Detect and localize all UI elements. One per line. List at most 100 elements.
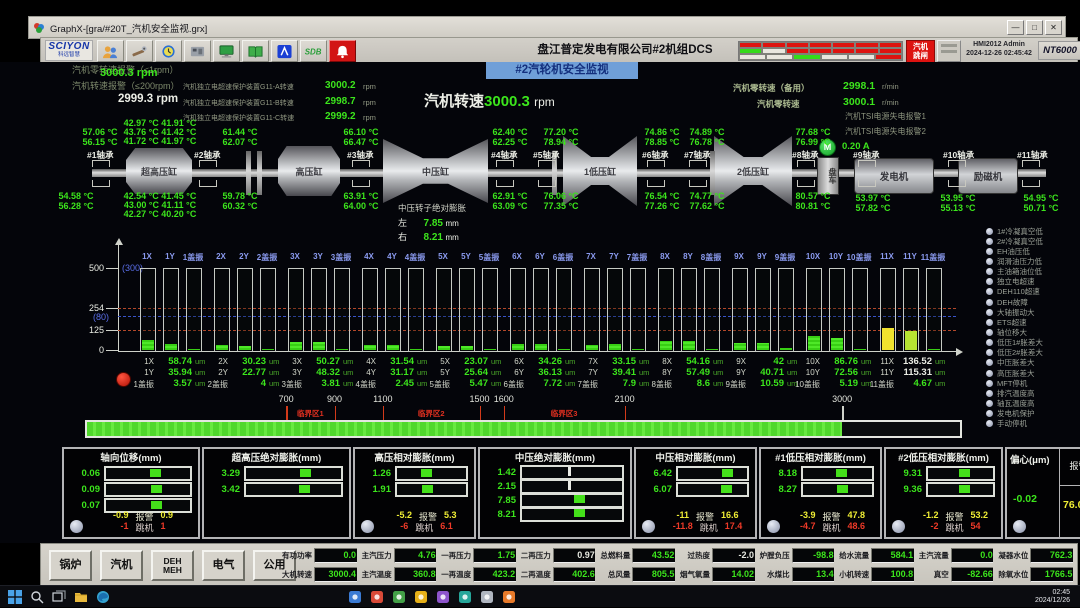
bar-outline <box>903 268 919 352</box>
zero-speed-unit: r/min <box>882 98 899 107</box>
bar-category-label: 2Y <box>239 252 249 261</box>
field-value: -2.0 <box>712 548 755 563</box>
app-icon-8[interactable] <box>498 588 520 606</box>
taskbar-clock[interactable]: 02:45 2024/12/26 <box>1035 589 1070 605</box>
machine-icon[interactable] <box>184 40 211 62</box>
app-icon-2[interactable] <box>366 588 388 606</box>
bar-category-label: 9盖振 <box>775 252 795 263</box>
app-icon-3[interactable] <box>388 588 410 606</box>
speed-tick-label: 1100 <box>373 394 392 404</box>
field-value: 805.5 <box>632 567 675 582</box>
value-row-value: 2.45 <box>378 378 414 389</box>
eccentricity-alarm-cell: 报警 <box>1059 449 1080 486</box>
nav-button-2[interactable]: 汽机 <box>100 550 143 581</box>
monitor-icon[interactable] <box>213 40 240 62</box>
process-field: 主汽流量0.0t/h <box>916 547 994 564</box>
nav-button-1[interactable]: 锅炉 <box>49 550 92 581</box>
value-row-value: 10.59 <box>748 378 784 389</box>
value-row-label: 8Y <box>646 368 672 377</box>
gauge-row: 8.18 <box>767 467 874 480</box>
gauge-panel: #2低压相对膨胀(mm)9.319.36-1.2报警53.2-2跳机54 <box>884 447 1003 539</box>
trip-limits-row: -4.7跳机48.6 <box>789 521 876 534</box>
field-value: 762.3 <box>1030 548 1073 563</box>
tools-icon[interactable] <box>126 40 153 62</box>
field-value: 0.0 <box>951 548 994 563</box>
gauge-value: 9.31 <box>892 468 922 479</box>
gauge-row: 6.42 <box>642 467 749 480</box>
minimize-button[interactable]: — <box>1007 20 1024 35</box>
bar-fill <box>558 349 570 350</box>
start-icon[interactable] <box>4 588 26 606</box>
shaft-coupling <box>710 151 715 195</box>
book-icon[interactable] <box>242 40 269 62</box>
gauge-marker <box>300 469 311 477</box>
field-value: 0.97 <box>553 548 596 563</box>
bar-fill <box>484 349 496 350</box>
maximize-button[interactable]: □ <box>1026 20 1043 35</box>
alarm-grid-row <box>739 54 902 60</box>
speed-bar-label: 3000.3 rpm <box>100 67 157 79</box>
value-row-value: 39.41 <box>600 367 636 378</box>
gauge-value: 3.29 <box>210 468 240 479</box>
value-row-value: 35.94 <box>156 367 192 378</box>
bearing-bracket-bottom <box>647 180 665 187</box>
app-icon-6[interactable] <box>454 588 476 606</box>
search-icon[interactable] <box>26 588 48 606</box>
clock-icon[interactable] <box>155 40 182 62</box>
turbine-trip-indicator[interactable]: 汽机 跳闸 <box>906 40 935 63</box>
gauge-marker <box>721 485 732 493</box>
trip-high: 1 <box>161 521 166 534</box>
bearing-bracket-bottom <box>689 180 707 187</box>
bar-outline <box>140 268 156 352</box>
value-row-value: 7.72 <box>526 378 562 389</box>
app-icon-4[interactable] <box>410 588 432 606</box>
field-label: 过热度 <box>677 550 710 561</box>
field-label: 除氧水位 <box>995 569 1028 580</box>
field-value: 1766.5 <box>1030 567 1073 582</box>
value-row-value: 72.56 <box>822 367 858 378</box>
y-axis <box>118 244 119 351</box>
gauge-value: 1.42 <box>486 467 516 478</box>
bar-outline <box>214 268 230 352</box>
condition-status-icon <box>986 278 993 285</box>
alarm-grid-cell <box>739 54 766 60</box>
users-icon[interactable] <box>97 40 124 62</box>
y-axis-arrow <box>115 238 123 245</box>
ip-expansion: 中压转子绝对膨胀 左 7.85 mm 右 8.21 mm <box>398 202 466 243</box>
bar-category-label: 5盖振 <box>479 252 499 263</box>
clock-date: 2024/12/26 <box>1035 597 1070 605</box>
gauge-bar <box>520 465 624 480</box>
app-icon-1[interactable] <box>344 588 366 606</box>
nav-button-4[interactable]: 电气 <box>202 550 245 581</box>
value-row-value: 31.17 <box>378 367 414 378</box>
bar-category-label: 7盖振 <box>627 252 647 263</box>
mode-indicator[interactable] <box>937 40 961 62</box>
condition-status-icon <box>986 339 993 346</box>
condition-status-icon <box>986 380 993 387</box>
gauge-marker <box>150 469 161 477</box>
bar-category-label: 7X <box>586 252 596 261</box>
value-row-label: 1Y <box>128 368 154 377</box>
close-button[interactable]: ✕ <box>1045 20 1062 35</box>
gauge-row: 8.27 <box>767 483 874 496</box>
bar-outline <box>732 268 748 352</box>
speed-tick-line <box>625 406 627 420</box>
field-value: 14.02 <box>712 567 755 582</box>
trip-condition-item: 2#冷凝真空低 <box>986 236 1078 246</box>
file-explorer-icon[interactable] <box>70 588 92 606</box>
alarm-bell-icon[interactable] <box>329 40 356 62</box>
field-label: 主汽压力 <box>359 550 392 561</box>
sdb-logo-icon[interactable]: SDB <box>300 40 327 62</box>
critical-zone-label: 临界区3 <box>551 408 578 419</box>
edge-icon[interactable] <box>92 588 114 606</box>
nav-button-3[interactable]: DEHMEH <box>151 550 194 581</box>
bar-fill <box>188 349 200 350</box>
value-row-value: 42 <box>748 356 784 367</box>
app-icon-5[interactable] <box>432 588 454 606</box>
ja-logo-icon[interactable] <box>271 40 298 62</box>
gauge-row: 1.42 <box>486 466 624 478</box>
bar-category-label: 1Y <box>165 252 175 261</box>
app-icon-7[interactable] <box>476 588 498 606</box>
task-view-icon[interactable] <box>48 588 70 606</box>
value-row-value: 136.52 <box>896 356 932 367</box>
